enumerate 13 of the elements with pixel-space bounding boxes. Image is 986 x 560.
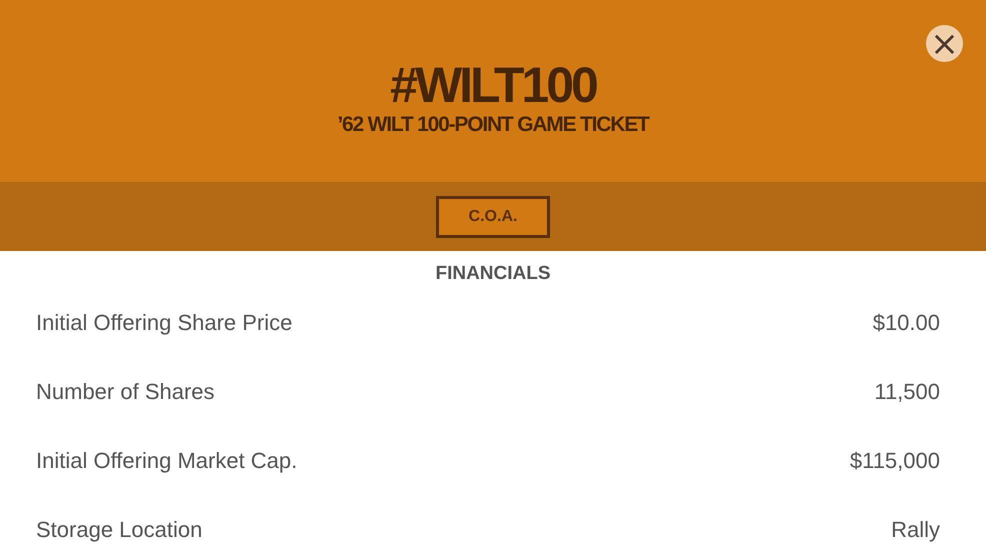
row-value: $115,000 — [850, 447, 940, 475]
row-label: Initial Offering Market Cap. — [36, 447, 298, 475]
row-label: Initial Offering Share Price — [36, 309, 292, 337]
row-label: Storage Location — [36, 516, 202, 544]
page-subtitle: ’62 WILT 100-POINT GAME TICKET — [337, 113, 649, 137]
coa-tab[interactable]: C.O.A. — [436, 196, 550, 238]
section-heading: FINANCIALS — [434, 262, 552, 285]
close-button[interactable]: × — [926, 25, 963, 62]
row-value: Rally — [891, 516, 940, 544]
row-label: Number of Shares — [36, 378, 215, 406]
row-value: $10.00 — [872, 309, 940, 337]
page-title: #WILT100 — [390, 59, 596, 111]
row-value: 11,500 — [874, 378, 940, 406]
